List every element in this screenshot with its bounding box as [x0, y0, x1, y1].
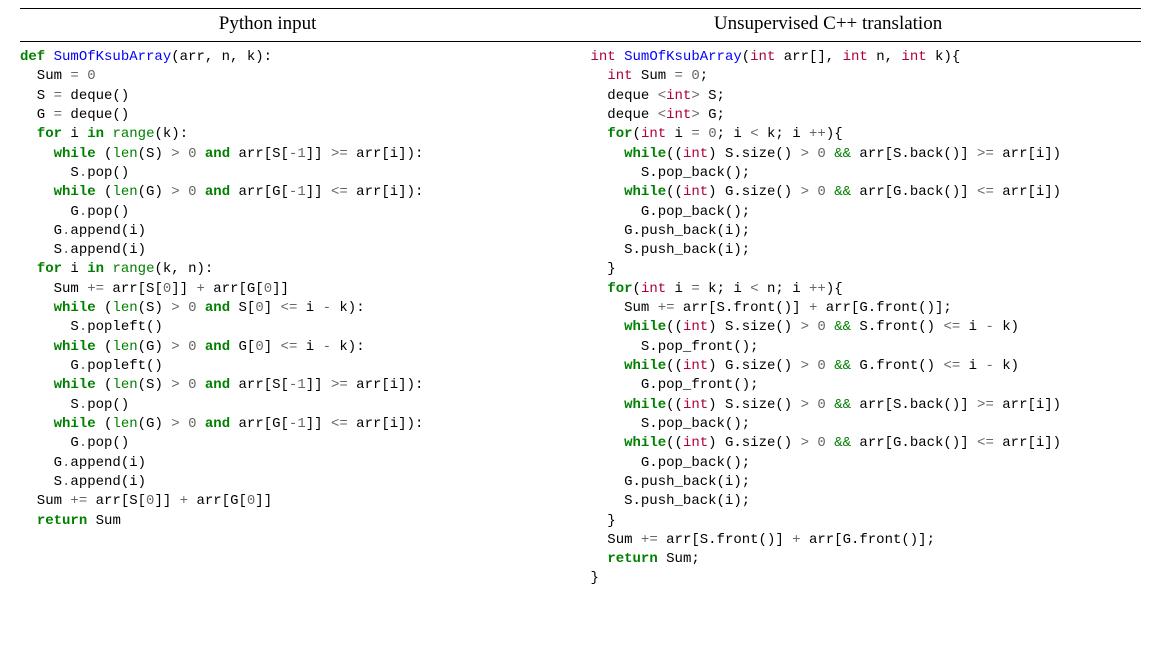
header-left: Python input: [219, 13, 317, 35]
python-column: def SumOfKsubArray(arr, n, k): Sum = 0 S…: [20, 42, 571, 589]
python-code-block: def SumOfKsubArray(arr, n, k): Sum = 0 S…: [20, 48, 571, 531]
figure-container: Python input Unsupervised C++ translatio…: [0, 0, 1161, 607]
header-right: Unsupervised C++ translation: [714, 13, 942, 35]
cpp-column: int SumOfKsubArray(int arr[], int n, int…: [591, 42, 1142, 589]
cpp-code-block: int SumOfKsubArray(int arr[], int n, int…: [591, 48, 1142, 589]
code-columns: def SumOfKsubArray(arr, n, k): Sum = 0 S…: [20, 42, 1141, 589]
column-headers: Python input Unsupervised C++ translatio…: [20, 9, 1141, 41]
